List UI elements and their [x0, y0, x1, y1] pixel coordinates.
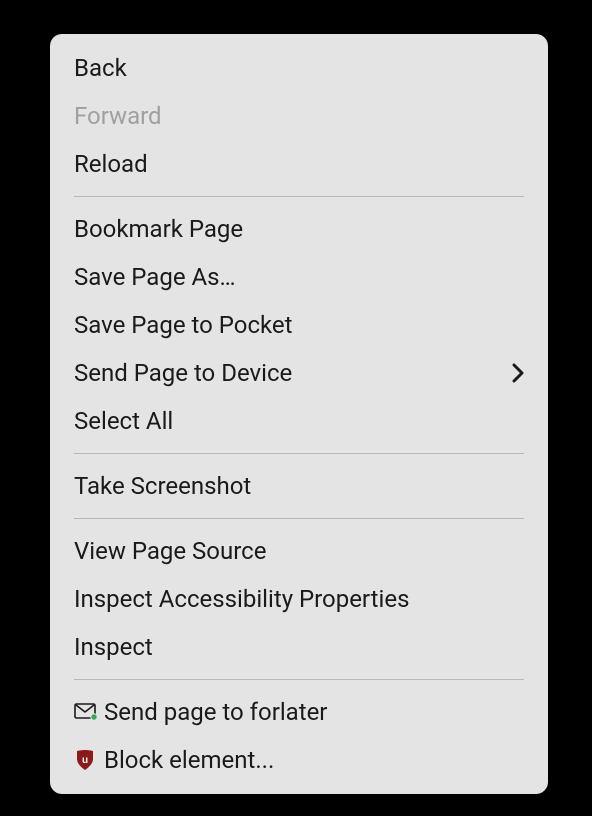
menu-item-bookmark-page[interactable]: Bookmark Page — [50, 205, 548, 253]
svg-text:u: u — [82, 755, 88, 766]
menu-item-label: Take Screenshot — [74, 468, 524, 504]
menu-item-label: Send page to forlater — [104, 694, 524, 730]
menu-separator — [74, 196, 524, 197]
menu-item-send-to-forlater[interactable]: Send page to forlater — [50, 688, 548, 736]
menu-item-forward: Forward — [50, 92, 548, 140]
menu-item-take-screenshot[interactable]: Take Screenshot — [50, 462, 548, 510]
menu-item-reload[interactable]: Reload — [50, 140, 548, 188]
ublock-icon: u — [74, 749, 104, 771]
menu-item-view-page-source[interactable]: View Page Source — [50, 527, 548, 575]
menu-separator — [74, 453, 524, 454]
context-menu: Back Forward Reload Bookmark Page Save P… — [50, 34, 548, 794]
menu-item-label: Back — [74, 50, 524, 86]
menu-item-label: Forward — [74, 98, 524, 134]
menu-item-send-page-to-device[interactable]: Send Page to Device — [50, 349, 548, 397]
menu-item-label: View Page Source — [74, 533, 524, 569]
menu-separator — [74, 679, 524, 680]
menu-item-inspect-accessibility[interactable]: Inspect Accessibility Properties — [50, 575, 548, 623]
menu-item-label: Bookmark Page — [74, 211, 524, 247]
menu-item-inspect[interactable]: Inspect — [50, 623, 548, 671]
menu-item-label: Save Page As… — [74, 259, 524, 295]
menu-item-label: Inspect Accessibility Properties — [74, 581, 524, 617]
menu-item-block-element[interactable]: u Block element... — [50, 736, 548, 784]
menu-item-label: Save Page to Pocket — [74, 307, 524, 343]
menu-item-label: Block element... — [104, 742, 524, 778]
menu-item-save-page-to-pocket[interactable]: Save Page to Pocket — [50, 301, 548, 349]
menu-item-save-page-as[interactable]: Save Page As… — [50, 253, 548, 301]
menu-item-label: Inspect — [74, 629, 524, 665]
menu-separator — [74, 518, 524, 519]
menu-item-label: Select All — [74, 403, 524, 439]
mail-icon — [74, 703, 104, 721]
menu-item-label: Reload — [74, 146, 524, 182]
menu-item-label: Send Page to Device — [74, 355, 512, 391]
menu-item-back[interactable]: Back — [50, 44, 548, 92]
menu-item-select-all[interactable]: Select All — [50, 397, 548, 445]
chevron-right-icon — [512, 363, 524, 383]
